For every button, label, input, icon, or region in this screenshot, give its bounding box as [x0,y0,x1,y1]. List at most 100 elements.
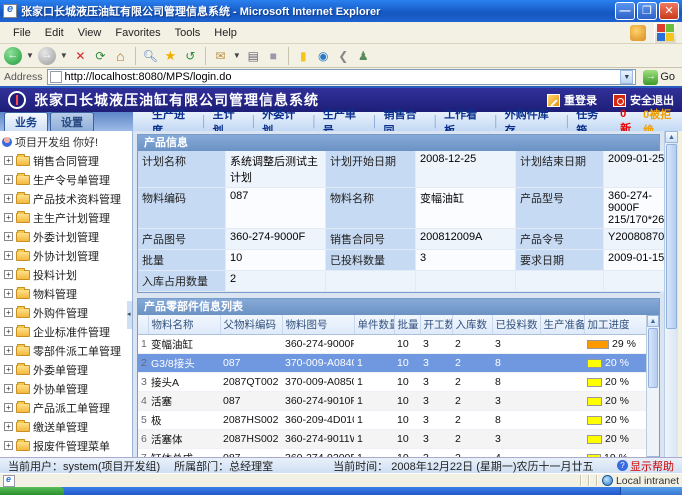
column-header[interactable] [138,315,148,335]
sidebar-item-1[interactable]: +销售合同管理 [0,151,132,170]
address-dropdown[interactable]: ▼ [620,70,633,84]
mail-dropdown[interactable]: ▼ [232,51,242,60]
expand-icon[interactable]: + [4,422,13,431]
column-header[interactable]: 父物料编码 [220,315,282,335]
forward-dropdown[interactable]: ▼ [59,51,69,60]
sidebar-item-15[interactable]: +缴送单管理 [0,417,132,436]
expand-icon[interactable]: + [4,403,13,412]
stop-icon[interactable]: ✕ [72,48,89,64]
back-button[interactable]: ← [4,47,22,65]
sidebar-item-11[interactable]: +零部件派工单管理 [0,341,132,360]
addon-icon[interactable] [630,25,646,41]
parts-title: 产品零部件信息列表 [138,299,659,315]
cell: 2087HS002 [220,430,282,449]
expand-icon[interactable]: + [4,346,13,355]
expand-icon[interactable]: + [4,308,13,317]
expand-icon[interactable]: + [4,175,13,184]
sidebar-item-12[interactable]: +外委单管理 [0,360,132,379]
cell: 3 [420,449,452,458]
edit-icon[interactable]: ■ [265,48,282,64]
sidebar-item-14[interactable]: +产品派工单管理 [0,398,132,417]
close-button[interactable]: ✕ [659,2,679,20]
expand-icon[interactable]: + [4,327,13,336]
expand-icon[interactable]: + [4,156,13,165]
column-header[interactable]: 已投料数 [492,315,540,335]
back-dropdown[interactable]: ▼ [25,51,35,60]
people-icon[interactable]: ♟ [355,48,372,64]
sidebar-item-9[interactable]: +外购件管理 [0,303,132,322]
expand-icon[interactable]: + [4,232,13,241]
table-row[interactable]: 4活塞087360-274-9010F11032320 % [138,392,646,411]
sidebar-item-16[interactable]: +报废件管理菜单 [0,436,132,455]
progress-bar [587,454,601,458]
table-row[interactable]: 6活塞体2087HS002360-274-9011W11032320 % [138,430,646,449]
column-header[interactable]: 入库数 [452,315,492,335]
column-header[interactable]: 生产准备 [540,315,584,335]
start-button[interactable] [0,487,64,495]
table-row[interactable]: 3接头A2087QT002370-009-A085011032820 % [138,373,646,392]
expand-icon[interactable]: + [4,441,13,450]
cell [540,373,584,392]
expand-icon[interactable]: + [4,365,13,374]
favorites-icon[interactable]: ★ [162,48,179,64]
print-icon[interactable]: ▤ [245,48,262,64]
windows-taskbar[interactable] [0,487,682,495]
table-row[interactable]: 5极2087HS002360-209-4D01011032820 % [138,411,646,430]
sidebar-item-4[interactable]: +主生产计划管理 [0,208,132,227]
sidebar-item-3[interactable]: +产品技术资料管理 [0,189,132,208]
go-label: Go [660,71,675,83]
menu-view[interactable]: View [71,25,109,41]
history-icon[interactable]: ↺ [182,48,199,64]
sidebar-collapse-handle[interactable]: ◂ [127,301,132,329]
tool-extra-icon[interactable]: ❮ [335,48,352,64]
table-row[interactable]: 7缸体总成087360-274-9200F11032419 % [138,449,646,458]
menu-tools[interactable]: Tools [168,25,208,41]
scroll-up-icon[interactable]: ▲ [665,131,678,143]
sidebar-item-6[interactable]: +外协计划管理 [0,246,132,265]
expand-icon[interactable]: + [4,213,13,222]
address-input[interactable]: http://localhost:8080/MPS/login.do ▼ [47,69,637,85]
scroll-up-icon[interactable]: ▲ [647,315,659,327]
sidebar-item-10[interactable]: +企业标准件管理 [0,322,132,341]
search-icon[interactable]: 🔍︎ [142,48,159,64]
sidebar-item-17[interactable]: +业务查询 [0,455,132,457]
cell: 2 [452,335,492,354]
menu-file[interactable]: File [6,25,38,41]
column-header[interactable]: 物料名称 [148,315,220,335]
minimize-button[interactable]: — [615,2,635,20]
table-row[interactable]: 2G3/8接头087370-009-A084011032820 % [138,354,646,373]
menu-edit[interactable]: Edit [38,25,71,41]
expand-icon[interactable]: + [4,251,13,260]
show-help-link[interactable]: ? 显示帮助 [617,458,674,474]
menu-favorites[interactable]: Favorites [108,25,167,41]
column-header[interactable]: 批量 [394,315,420,335]
sidebar-item-7[interactable]: +投料计划 [0,265,132,284]
column-header[interactable]: 加工进度 [584,315,646,335]
messenger-icon[interactable]: ◉ [315,48,332,64]
sidebar-item-5[interactable]: +外委计划管理 [0,227,132,246]
mail-icon[interactable]: ✉ [212,48,229,64]
sidebar-item-13[interactable]: +外协单管理 [0,379,132,398]
refresh-icon[interactable]: ⟳ [92,48,109,64]
forward-button[interactable]: → [38,47,56,65]
expand-icon[interactable]: + [4,194,13,203]
column-header[interactable]: 单件数量 [354,315,394,335]
table-row[interactable]: 1变幅油缸360-274-9000F1032329 % [138,335,646,354]
expand-icon[interactable]: + [4,289,13,298]
home-icon[interactable]: ⌂ [112,48,129,64]
column-header[interactable]: 开工数 [420,315,452,335]
tab-settings[interactable]: 设置 [50,112,94,131]
menu-help[interactable]: Help [207,25,244,41]
go-button[interactable]: → Go [640,70,678,85]
scroll-down-icon[interactable]: ▼ [647,456,659,457]
maximize-button[interactable]: ❐ [637,2,657,20]
column-header[interactable]: 物料图号 [282,315,354,335]
expand-icon[interactable]: + [4,384,13,393]
parts-vertical-scrollbar[interactable]: ▲ ▼ [646,315,659,457]
page-vertical-scrollbar[interactable]: ▲ [664,131,678,457]
sidebar-item-2[interactable]: +生产令号单管理 [0,170,132,189]
sidebar-item-8[interactable]: +物料管理 [0,284,132,303]
tab-business[interactable]: 业务 [4,112,48,131]
expand-icon[interactable]: + [4,270,13,279]
notes-icon[interactable]: ▮ [295,48,312,64]
